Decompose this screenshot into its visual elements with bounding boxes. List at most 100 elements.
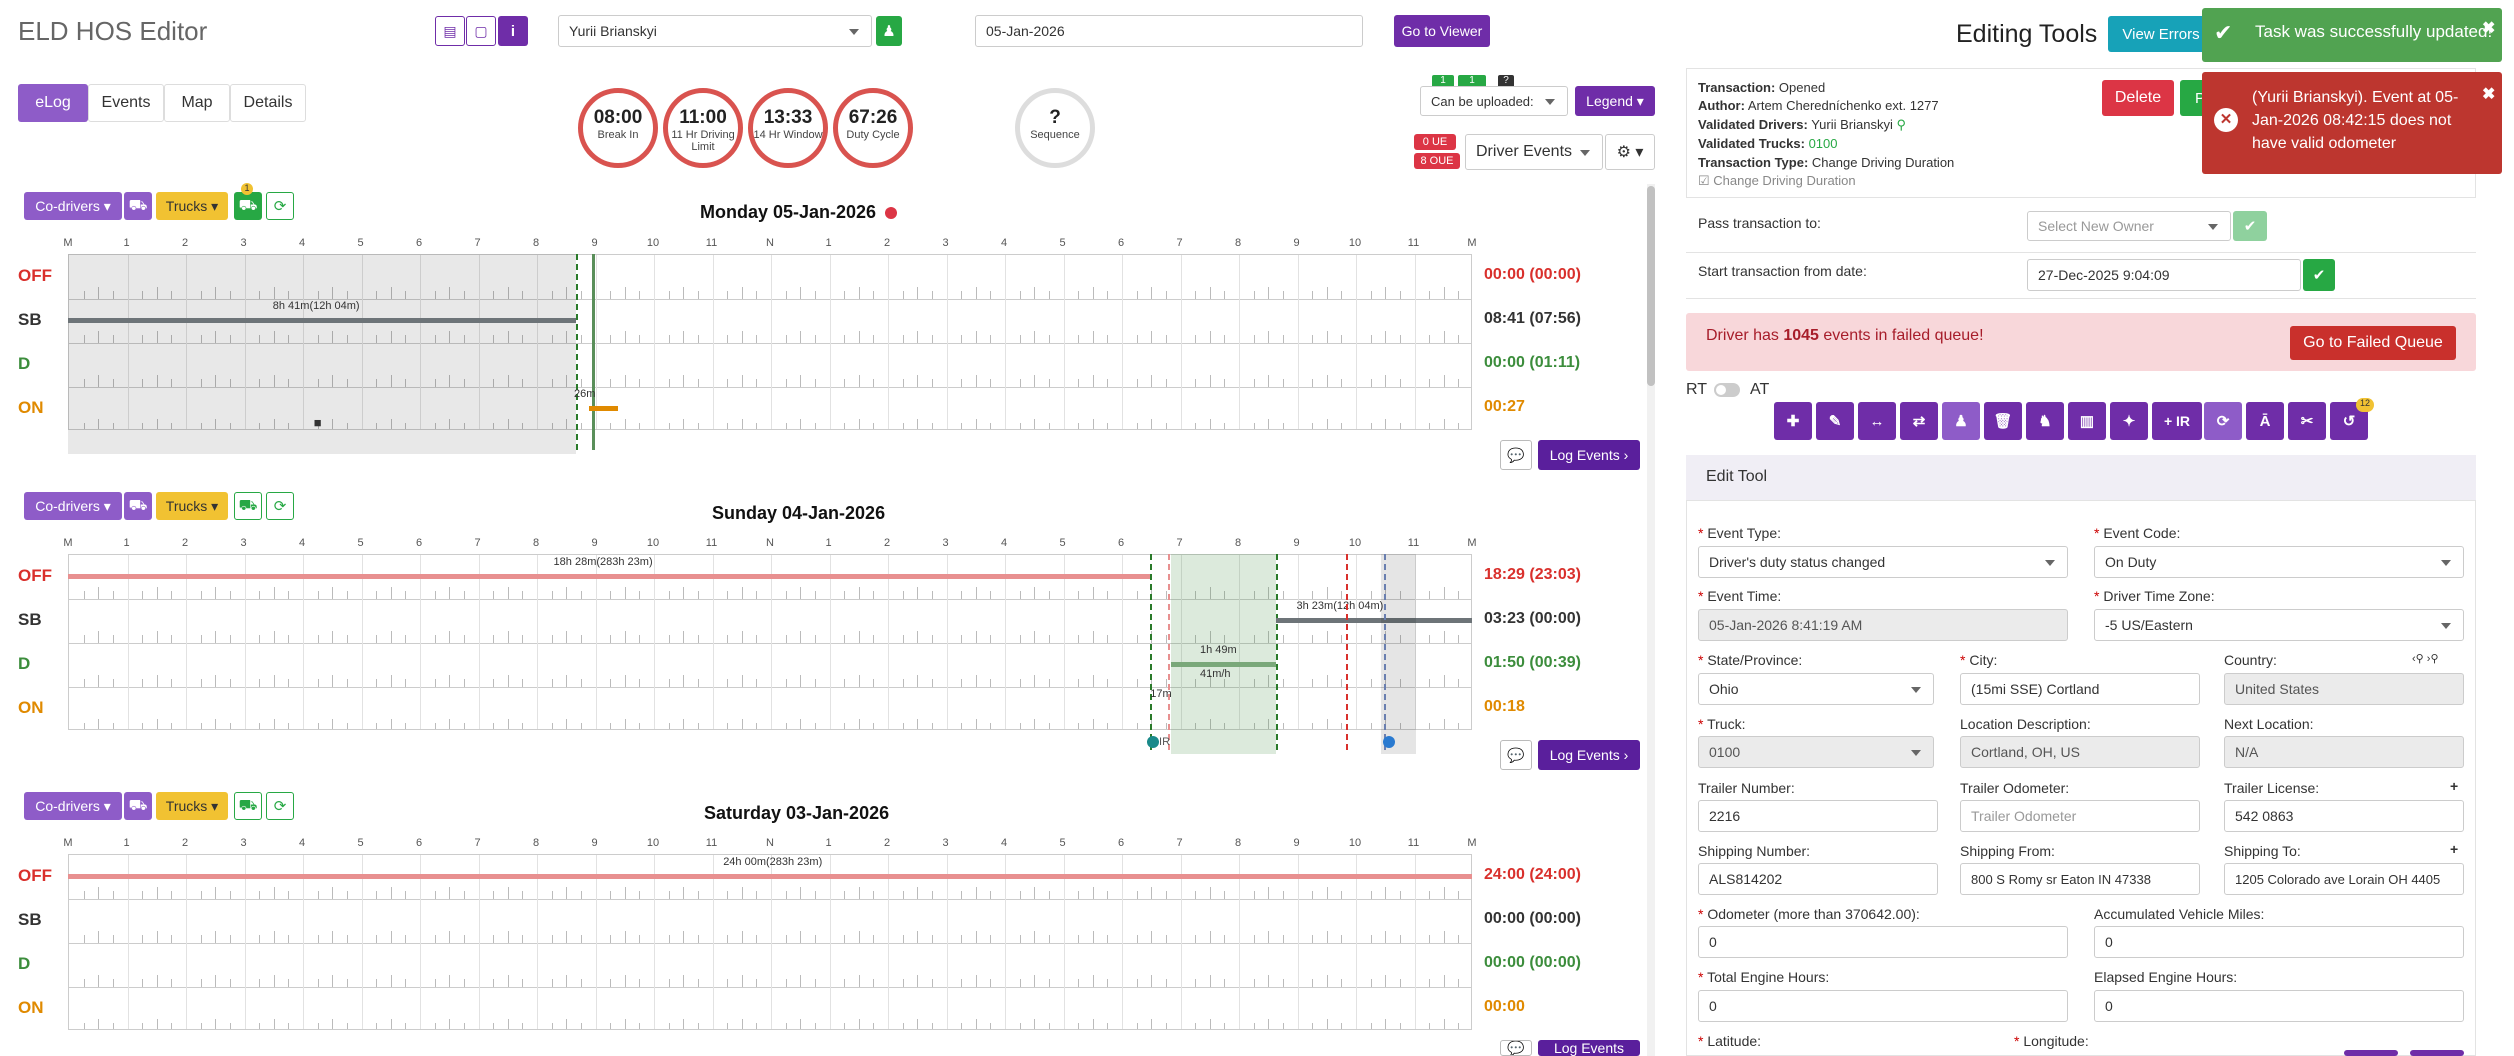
comment-button-2[interactable]: 💬 xyxy=(1500,740,1532,770)
add-ir-button[interactable]: + IR xyxy=(2152,402,2202,440)
gauge-sequence[interactable]: ? Sequence xyxy=(1015,88,1095,168)
left-scrollbar[interactable] xyxy=(1647,184,1655,1056)
location-desc-input[interactable]: Cortland, OH, US xyxy=(1960,736,2200,768)
edit-pencil-icon[interactable]: ✎ xyxy=(1816,402,1854,440)
driver-tz-select[interactable]: -5 US/Eastern xyxy=(2094,609,2464,641)
view-errors-button[interactable]: View Errors xyxy=(2108,16,2214,52)
magic-wand-icon[interactable]: ✦ xyxy=(2110,402,2148,440)
date-input[interactable]: 05-Jan-2026 xyxy=(975,15,1363,47)
legend-button[interactable]: Legend ▾ xyxy=(1575,86,1655,116)
shipping-to-input[interactable]: 1205 Colorado ave Lorain OH 4405 xyxy=(2224,863,2464,895)
grid-tick xyxy=(1165,423,1167,429)
add-truck-button-3[interactable]: ⛟ xyxy=(234,792,262,820)
go-to-viewer-button[interactable]: Go to Viewer xyxy=(1394,15,1490,47)
truck-icon-button-2[interactable]: ⛟ xyxy=(124,492,152,520)
text-format-icon[interactable]: Ā xyxy=(2246,402,2284,440)
note-icon-button[interactable]: ▢ xyxy=(466,16,496,46)
accum-miles-input[interactable]: 0 xyxy=(2094,926,2464,958)
columns-icon[interactable]: ▥ xyxy=(2068,402,2106,440)
tab-events[interactable]: Events xyxy=(88,84,164,122)
lat-long-button-1[interactable] xyxy=(2344,1050,2398,1056)
state-select[interactable]: Ohio xyxy=(1698,673,1934,705)
grid-tick xyxy=(1458,335,1460,343)
truck-icon-button-1[interactable]: ⛟ xyxy=(124,192,152,220)
log-events-button-3[interactable]: Log Events xyxy=(1538,1040,1640,1056)
trailer-number-input[interactable]: 2216 xyxy=(1698,800,1938,832)
hour-tick-label: 4 xyxy=(298,537,306,549)
driver-user-button[interactable]: ♟ xyxy=(876,16,902,46)
trailer-odometer-input[interactable]: Trailer Odometer xyxy=(1960,800,2200,832)
add-truck-button-2[interactable]: ⛟ xyxy=(234,492,262,520)
error-close-icon[interactable]: ✖ xyxy=(2482,84,2495,104)
driver-events-select[interactable]: Driver Events xyxy=(1465,134,1603,170)
event-type-select[interactable]: Driver's duty status changed xyxy=(1698,546,2068,578)
user-icon[interactable]: ♟ xyxy=(1942,402,1980,440)
next-location-input[interactable]: N/A xyxy=(2224,736,2464,768)
elapsed-hours-input[interactable]: 0 xyxy=(2094,990,2464,1022)
grid-tick xyxy=(741,931,743,943)
truck-icon-button-3[interactable]: ⛟ xyxy=(124,792,152,820)
comment-button-1[interactable]: 💬 xyxy=(1500,440,1532,470)
location-dot[interactable] xyxy=(1383,736,1396,748)
truck-select[interactable]: 0100 xyxy=(1698,736,1934,768)
engine-hours-input[interactable]: 0 xyxy=(1698,990,2068,1022)
grid-tick xyxy=(639,591,641,599)
trucks-button-1[interactable]: Trucks ▾ xyxy=(156,192,228,220)
codrivers-button-3[interactable]: Co-drivers ▾ xyxy=(24,792,122,820)
tab-map[interactable]: Map xyxy=(164,84,230,122)
start-date-input[interactable]: 27-Dec-2025 9:04:09 xyxy=(2027,259,2301,291)
new-owner-select[interactable]: Select New Owner xyxy=(2027,211,2231,241)
grid-tick xyxy=(917,331,919,343)
lat-long-button-2[interactable] xyxy=(2410,1050,2464,1056)
confirm-start-date-button[interactable]: ✔ xyxy=(2303,259,2335,291)
info-icon-button[interactable]: i xyxy=(498,16,528,46)
country-input[interactable]: United States xyxy=(2224,673,2464,705)
trucks-button-3[interactable]: Trucks ▾ xyxy=(156,792,228,820)
location-pin-icons[interactable]: ‹⚲ ›⚲ xyxy=(2412,652,2439,665)
comment-button-3[interactable]: 💬 xyxy=(1500,1040,1532,1056)
scrollbar-thumb[interactable] xyxy=(1647,186,1655,386)
scissors-icon[interactable]: ✂ xyxy=(2288,402,2326,440)
grid-tick xyxy=(902,291,904,299)
add-event-icon[interactable]: ✚ xyxy=(1774,402,1812,440)
tab-elog[interactable]: eLog xyxy=(18,84,88,122)
confirm-owner-button[interactable]: ✔ xyxy=(2233,211,2267,241)
swap-arrows-icon[interactable]: ⇄ xyxy=(1900,402,1938,440)
grid-tick xyxy=(668,591,670,599)
go-to-failed-queue-button[interactable]: Go to Failed Queue xyxy=(2290,326,2456,360)
grid-hour-line xyxy=(595,255,597,429)
delete-button[interactable]: Delete xyxy=(2102,80,2174,116)
add-trailer-plus-icon[interactable]: + xyxy=(2450,778,2458,794)
driver-select[interactable]: Yurii Brianskyi xyxy=(558,15,872,47)
add-truck-button-1[interactable]: ⛟ xyxy=(234,192,262,220)
refresh-button-3[interactable]: ⟳ xyxy=(266,792,294,820)
log-events-button-1[interactable]: Log Events › xyxy=(1538,440,1640,470)
trucks-button-2[interactable]: Trucks ▾ xyxy=(156,492,228,520)
document-icon-button[interactable]: ▤ xyxy=(435,16,465,46)
shipping-from-input[interactable]: 800 S Romy sr Eaton IN 47338 xyxy=(1960,863,2200,895)
odometer-input[interactable]: 0 xyxy=(1698,926,2068,958)
event-time-input[interactable]: 05-Jan-2026 8:41:19 AM xyxy=(1698,609,2068,641)
shipping-number-input[interactable]: ALS814202 xyxy=(1698,863,1938,895)
add-shipping-plus-icon[interactable]: + xyxy=(2450,841,2458,857)
change-duration-checkbox[interactable]: ☑ Change Driving Duration xyxy=(1698,173,1856,189)
codrivers-button-2[interactable]: Co-drivers ▾ xyxy=(24,492,122,520)
rt-at-toggle[interactable] xyxy=(1714,383,1740,397)
codrivers-button-1[interactable]: Co-drivers ▾ xyxy=(24,192,122,220)
tab-details[interactable]: Details xyxy=(230,84,306,122)
users-group-icon[interactable]: ♞ xyxy=(2026,402,2064,440)
settings-gear-button[interactable]: ⚙ ▾ xyxy=(1605,134,1655,170)
refresh-button-2[interactable]: ⟳ xyxy=(266,492,294,520)
grid-tick xyxy=(463,591,465,599)
shift-arrows-icon[interactable]: ↔ xyxy=(1858,402,1896,440)
log-events-button-2[interactable]: Log Events › xyxy=(1538,740,1640,770)
event-code-select[interactable]: On Duty xyxy=(2094,546,2464,578)
refresh-button-1[interactable]: ⟳ xyxy=(266,192,294,220)
location-dot[interactable] xyxy=(1147,736,1160,748)
upload-select[interactable]: Can be uploaded: xyxy=(1420,86,1568,116)
success-close-icon[interactable]: ✖ xyxy=(2482,18,2495,38)
refresh-icon[interactable]: ⟳ xyxy=(2204,402,2242,440)
city-input[interactable]: (15mi SSE) Cortland xyxy=(1960,673,2200,705)
trailer-license-input[interactable]: 542 0863 xyxy=(2224,800,2464,832)
trash-icon[interactable]: 🗑 xyxy=(1984,402,2022,440)
